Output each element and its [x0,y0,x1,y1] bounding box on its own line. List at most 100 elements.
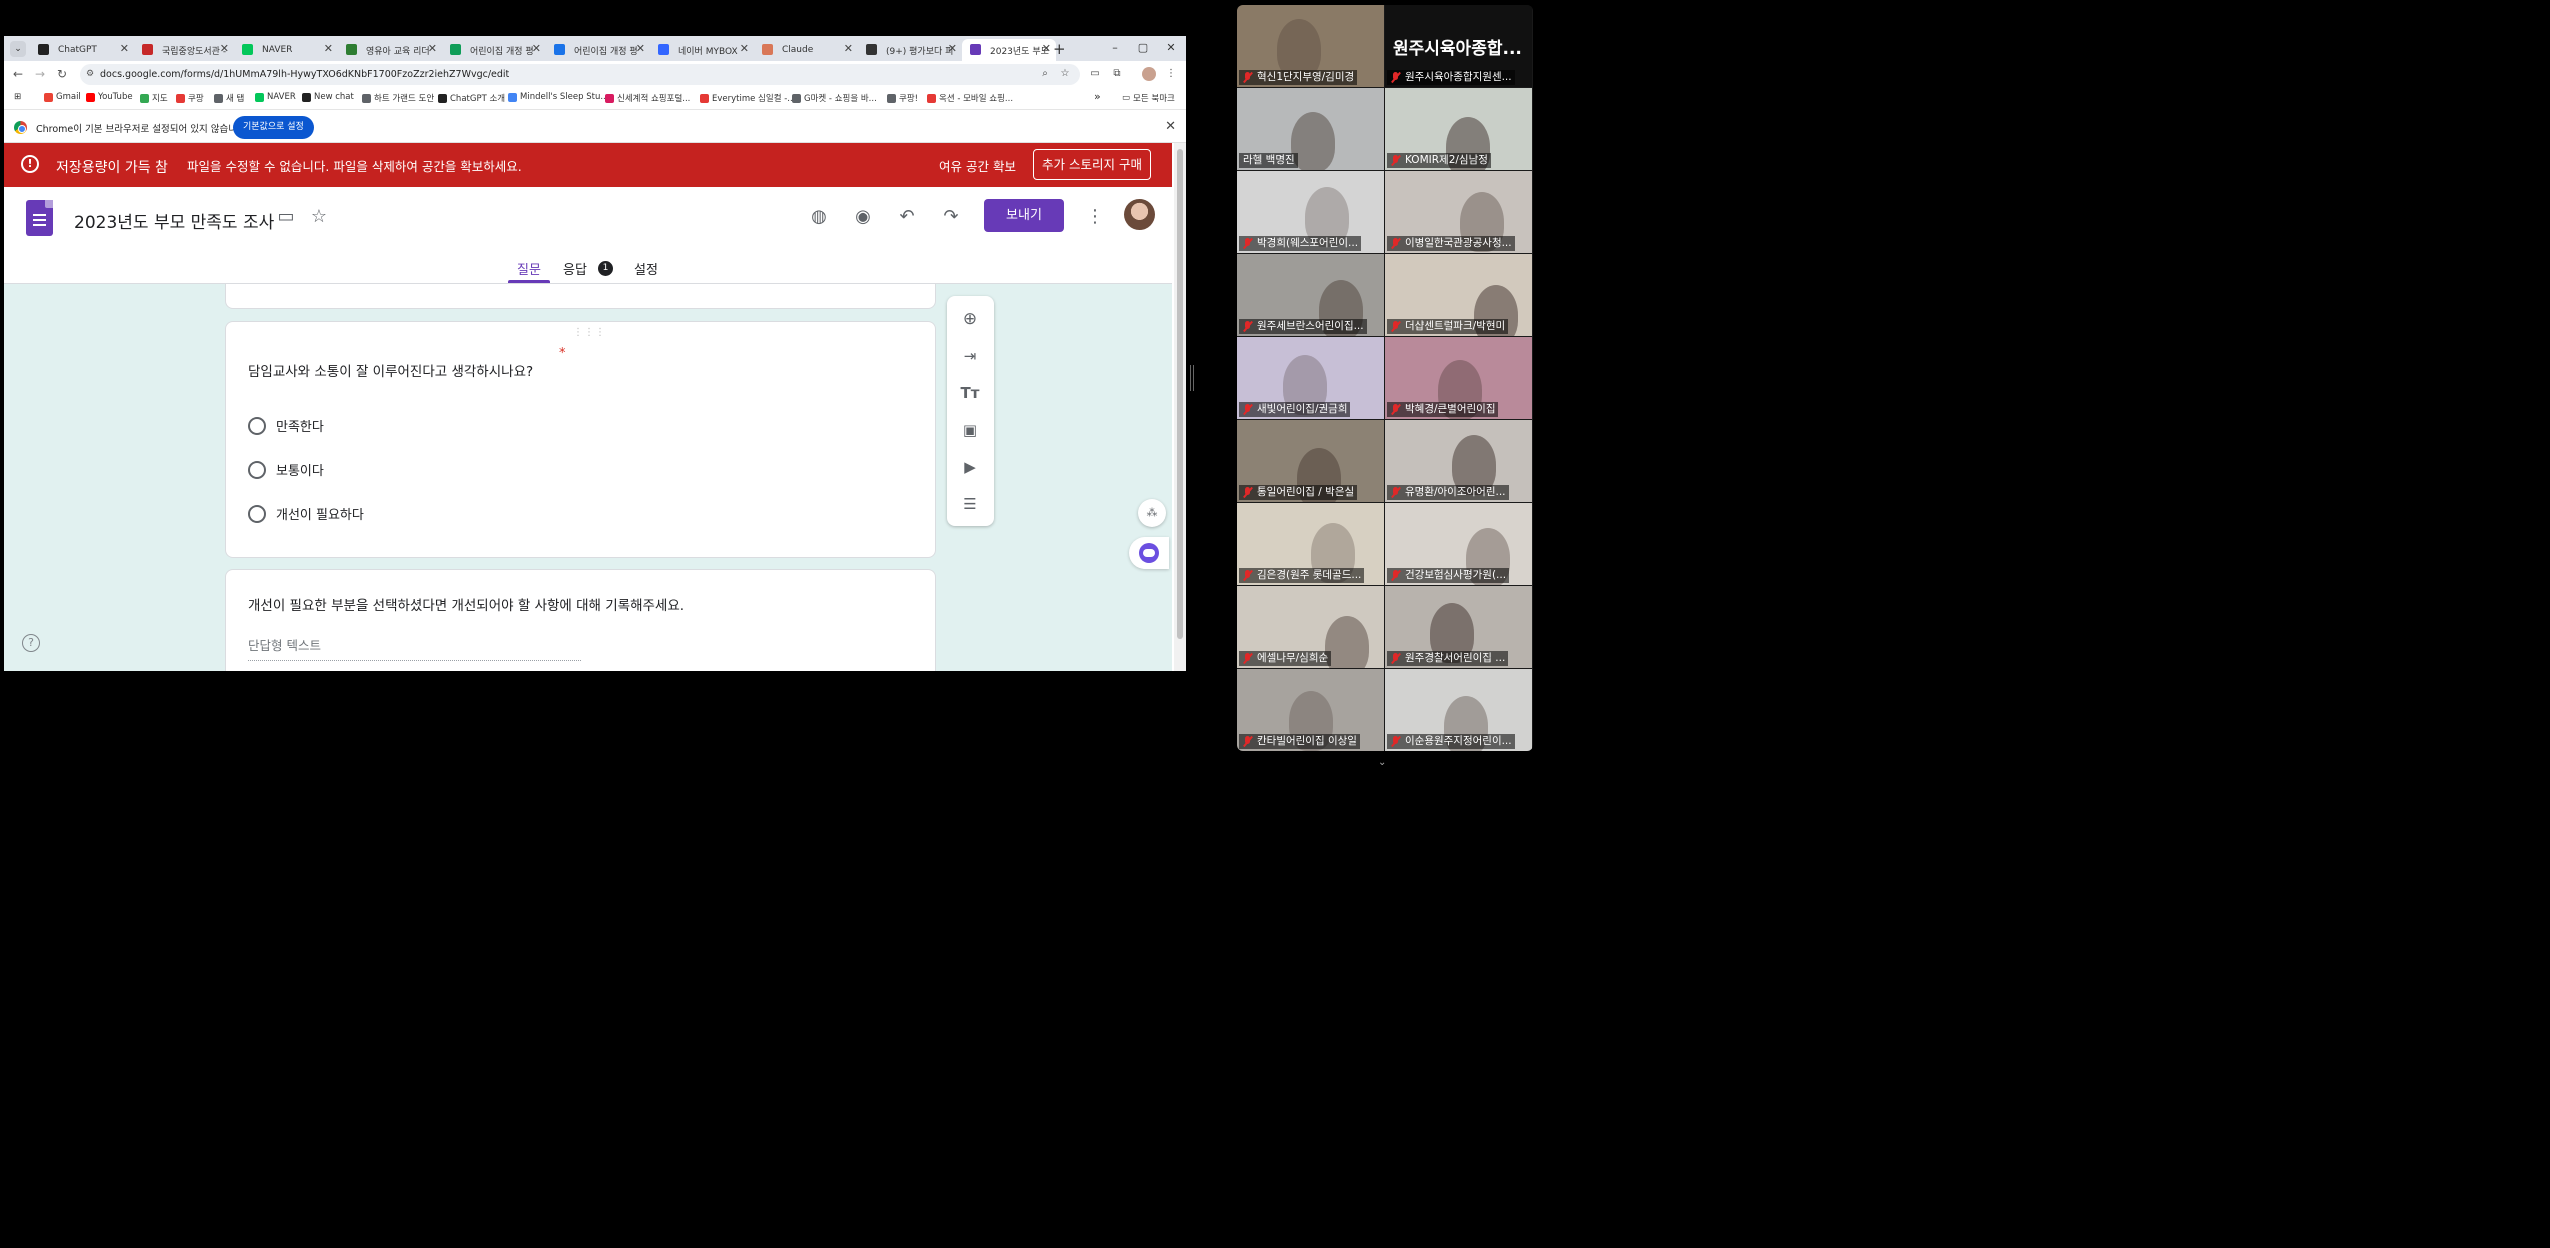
bookmarks-overflow-icon[interactable]: » [1094,90,1101,103]
short-answer-field[interactable]: 단답형 텍스트 [248,635,581,661]
close-window-button[interactable]: ✕ [1159,39,1183,57]
send-button[interactable]: 보내기 [984,199,1064,232]
undo-icon[interactable]: ↶ [894,204,920,230]
participant-tile[interactable]: 원주시육아종합... 원주시육아종합지원센... [1385,5,1532,87]
new-tab-button[interactable]: + [1053,40,1066,58]
participant-tile[interactable]: 건강보험심사평가원(... [1385,503,1532,585]
browser-tab[interactable]: 영유아 교육 리더 ✕ [338,39,442,61]
radio-icon[interactable] [248,504,266,523]
bookmark-item[interactable]: New chat [302,92,354,102]
explore-icon[interactable]: ⁂ [1138,499,1166,527]
redo-icon[interactable]: ↷ [938,204,964,230]
bookmark-item[interactable]: NAVER [255,92,296,102]
participant-tile[interactable]: 에셀나무/심희순 [1237,586,1384,668]
star-icon[interactable]: ☆ [306,204,332,230]
bookmark-item[interactable]: G마켓 - 쇼핑을 바... [792,92,877,104]
more-options-icon[interactable]: ⋮ [1082,204,1108,230]
bookmark-item[interactable]: ChatGPT 소개 [438,92,505,104]
add-video-icon[interactable]: ▶ [959,456,981,478]
participant-tile[interactable]: KOMIR제2/심남정 [1385,88,1532,170]
infobar-close-icon[interactable]: ✕ [1165,119,1176,134]
set-default-button[interactable]: 기본값으로 설정 [233,116,314,139]
site-info-icon[interactable]: ⚙ [86,64,94,85]
browser-tab[interactable]: 2023년도 부모 만✕ [962,39,1056,61]
scrollbar-thumb[interactable] [1177,149,1183,639]
previous-question-card[interactable] [225,284,936,309]
tab-close-icon[interactable]: ✕ [532,42,541,55]
address-bar[interactable]: ⚙ docs.google.com/forms/d/1hUMmA79lh-Hyw… [80,64,1080,85]
participant-tile[interactable]: 통일어린이집 / 박은실 [1237,420,1384,502]
bookmark-item[interactable]: 신세계적 쇼핑포털... [605,92,690,104]
form-title[interactable]: 2023년도 부모 만족도 조사 [74,208,274,233]
profile-avatar[interactable] [1142,67,1156,81]
help-icon[interactable]: ? [22,634,40,652]
apps-icon[interactable]: ⊞ [14,92,21,102]
participant-tile[interactable]: 박혜경/큰별어린이집 [1385,337,1532,419]
tab-close-icon[interactable]: ✕ [636,42,645,55]
add-section-icon[interactable]: ☰ [959,493,981,515]
bookmark-item[interactable]: 쿠팡 [176,92,204,104]
tab-close-icon[interactable]: ✕ [844,42,853,55]
tab-close-icon[interactable]: ✕ [324,42,333,55]
bookmark-item[interactable]: 지도 [140,92,168,104]
bookmark-star-icon[interactable]: ☆ [1058,67,1072,81]
browser-tab[interactable]: 네이버 MYBOX ✕ [650,39,754,61]
preview-eye-icon[interactable]: ◉ [850,204,876,230]
browser-tab[interactable]: ChatGPT ✕ [30,39,134,61]
browser-tab[interactable]: NAVER ✕ [234,39,338,61]
bookmark-item[interactable]: YouTube [86,92,133,102]
add-title-icon[interactable]: Tт [959,382,981,404]
chevron-down-icon[interactable]: ⌄ [1378,757,1386,768]
tab-search-icon[interactable]: ⌄ [10,41,26,57]
customize-theme-icon[interactable]: ◍ [806,204,832,230]
tab-close-icon[interactable]: ✕ [220,42,229,55]
add-image-icon[interactable]: ▣ [959,419,981,441]
tab-close-icon[interactable]: ✕ [948,42,957,55]
move-to-folder-icon[interactable]: ▭ [273,204,299,230]
bookmark-item[interactable]: Mindell's Sleep Stu... [508,92,608,102]
participant-tile[interactable]: 새빛어린이집/권금희 [1237,337,1384,419]
participant-tile[interactable]: 원주경찰서어린이집 ... [1385,586,1532,668]
account-avatar[interactable] [1124,199,1155,230]
browser-tab[interactable]: (9+) 평가보다 피 ✕ [858,39,962,61]
add-question-icon[interactable]: ⊕ [959,308,981,330]
participant-tile[interactable]: 원주세브란스어린이집... [1237,254,1384,336]
tab-close-icon[interactable]: ✕ [428,42,437,55]
reload-icon[interactable]: ↻ [54,66,70,82]
radio-icon[interactable] [248,416,266,435]
participant-tile[interactable]: 유명환/아이조아어린... [1385,420,1532,502]
browser-tab[interactable]: 어린이집 개정 평 ✕ [546,39,650,61]
extensions-icon[interactable]: ⧉ [1110,67,1124,81]
bookmark-item[interactable]: Everytime 심일컬 -... [700,92,795,104]
participant-tile[interactable]: 이병일한국관광공사청... [1385,171,1532,253]
page-scrollbar[interactable] [1174,143,1186,671]
bookmark-item[interactable]: 새 탭 [214,92,244,104]
assistant-icon[interactable] [1129,537,1169,569]
tab-responses[interactable]: 응답 [563,259,587,278]
bookmark-item[interactable]: 옥션 - 모바일 쇼핑... [927,92,1013,104]
bookmark-item[interactable]: 쿠팡! [887,92,918,104]
all-bookmarks-folder[interactable]: ▭ 모든 북마크 [1122,92,1175,104]
option-neutral[interactable]: 보통이다 [248,460,324,479]
cast-icon[interactable]: ▭ [1088,67,1102,81]
participant-tile[interactable]: 박경희(웨스포어린이... [1237,171,1384,253]
tab-settings[interactable]: 설정 [634,259,658,278]
drag-handle-icon[interactable]: ⋮⋮⋮ [573,327,606,338]
back-icon[interactable]: ← [10,66,26,82]
participant-tile[interactable]: 김은경(원주 롯데골드... [1237,503,1384,585]
forward-icon[interactable]: → [32,66,48,82]
question-card[interactable]: ⋮⋮⋮ 담임교사와 소통이 잘 이루어진다고 생각하시나요? * 만족한다 보통… [225,321,936,558]
option-needs-improvement[interactable]: 개선이 필요하다 [248,504,364,523]
browser-tab[interactable]: 어린이집 개정 평 ✕ [442,39,546,61]
bookmark-item[interactable]: Gmail [44,92,81,102]
tab-close-icon[interactable]: ✕ [1042,42,1051,55]
browser-tab[interactable]: Claude ✕ [754,39,858,61]
participant-tile[interactable]: 혁신1단지부영/김미경 [1237,5,1384,87]
option-satisfied[interactable]: 만족한다 [248,416,324,435]
participant-tile[interactable]: 더샵센트럴파크/박현미 [1385,254,1532,336]
bookmark-item[interactable]: 하트 가랜드 도안 [362,92,434,104]
tab-close-icon[interactable]: ✕ [120,42,129,55]
minimize-button[interactable]: – [1103,39,1127,57]
google-forms-logo[interactable] [26,200,53,236]
import-questions-icon[interactable]: ⇥ [959,345,981,367]
